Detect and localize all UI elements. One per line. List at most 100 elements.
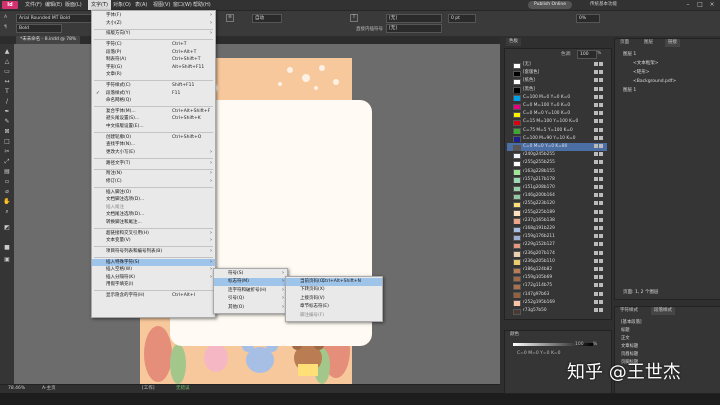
swatch-row[interactable]: C=0 M=100 Y=0 K=0	[507, 102, 607, 110]
menu-item[interactable]: 脚注编号(F)	[286, 312, 382, 320]
swatch-row[interactable]: r151g208b170	[507, 184, 607, 192]
layer-row[interactable]: 图层 1	[623, 51, 636, 59]
menu-item[interactable]: 段落(P) Ctrl+Alt+T	[92, 49, 215, 57]
menu-item[interactable]: 用假字填充(I)	[92, 281, 215, 289]
menu-item[interactable]: 路径文字(T) ›	[92, 160, 215, 168]
frame-tool-icon[interactable]: ⊠	[3, 128, 11, 136]
menu-item[interactable]: 文本变量(V) ›	[92, 237, 215, 245]
menu-item[interactable]: 段落样式(Y) ✓ F11	[92, 90, 215, 98]
zoom-field[interactable]: 0%	[576, 14, 600, 23]
swatch-row[interactable]: r255g255b255	[507, 159, 607, 168]
menu-item[interactable]: 中文排版设置(E)...	[92, 123, 215, 131]
tint-value[interactable]: 100	[575, 342, 584, 347]
tab-pages[interactable]: 页面	[617, 39, 632, 47]
swatch-row[interactable]: C=15 M=100 Y=100 K=0	[507, 118, 607, 127]
tab-color[interactable]: 颜色	[507, 331, 522, 339]
menu-item[interactable]: 插入特殊字符(S) ›	[92, 258, 215, 267]
direct-selection-tool-icon[interactable]: △	[3, 58, 11, 66]
insert-symbol-checkbox[interactable]: 直接内插符号	[356, 26, 383, 32]
swatch-row[interactable]: r172g114b75	[507, 282, 607, 291]
rectangle-tool-icon[interactable]: □	[3, 138, 11, 146]
pen-tool-icon[interactable]: ✒	[3, 108, 11, 116]
swatch-row[interactable]: r159g176b211	[507, 233, 607, 241]
menu-item[interactable]: 引号(Q) ›	[214, 295, 287, 303]
menu-text[interactable]: 文字(T)	[88, 0, 111, 10]
scissors-tool-icon[interactable]: ✂	[3, 148, 11, 156]
para-format-icon[interactable]: ¶	[4, 25, 7, 30]
swatch-row[interactable]: C=0 M=0 Y=0 K=80	[507, 143, 607, 151]
menu-item[interactable]: 查找字体(N)...	[92, 141, 215, 149]
menu-item[interactable]: 插入空格(W) ›	[92, 266, 215, 274]
swatch-row[interactable]: r147g97b63	[507, 291, 607, 299]
swatch-row[interactable]: r186g124b82	[507, 266, 607, 274]
close-icon[interactable]: ×	[706, 0, 718, 10]
gap-tool-icon[interactable]: ↔	[3, 78, 11, 86]
align-icon[interactable]: ≡	[226, 14, 234, 22]
menu-table[interactable]: 表(A)	[132, 0, 150, 10]
menu-item[interactable]: 字体(F) ›	[92, 12, 215, 20]
layer-row[interactable]: <矩形>	[633, 69, 650, 77]
menu-item[interactable]: 排版方向(Y) ›	[92, 30, 215, 38]
swatch-row[interactable]: r237g165b138	[507, 217, 607, 225]
swatch-row[interactable]: r236g207b174	[507, 250, 607, 258]
gradient-tool-icon[interactable]: ▤	[3, 168, 11, 176]
menu-item[interactable]: 字形(G) Alt+Shift+F11	[92, 64, 215, 72]
style-item[interactable]: 标题	[621, 327, 630, 333]
menu-item[interactable]: 复合字体(M)... Ctrl+Alt+Shift+F	[92, 108, 215, 116]
leading-field[interactable]: 自动	[252, 14, 282, 23]
menu-item[interactable]: 连字符和破折号(H) ›	[214, 287, 287, 295]
menu-item[interactable]: 命名网格(Q)	[92, 97, 215, 105]
menu-item[interactable]: 字符样式(C) Shift+F11	[92, 82, 215, 90]
layer-row[interactable]: 图层 1	[623, 87, 636, 95]
menu-item[interactable]: 文章(R)	[92, 71, 215, 79]
style-item[interactable]: 正文	[621, 335, 630, 341]
menu-item[interactable]: 其他(O) ›	[214, 304, 287, 312]
swatch-row[interactable]: r255g223b120	[507, 200, 607, 209]
zoom-level[interactable]: 78.46%	[8, 385, 25, 393]
menu-item[interactable]: 制表符(A) Ctrl+Shift+T	[92, 56, 215, 64]
page-tool-icon[interactable]: ▭	[3, 68, 11, 76]
swatch-row[interactable]: r240g245b255	[507, 151, 607, 159]
zoom-tool-icon[interactable]: ⌕	[3, 208, 11, 216]
tint-field[interactable]: 100	[577, 50, 597, 59]
menu-item[interactable]: 插入分隔符(K) ›	[92, 274, 215, 282]
workspace-switcher[interactable]: 传统基本功能	[590, 0, 617, 10]
swatch-row[interactable]: C=100 M=0 Y=0 K=0	[507, 94, 607, 102]
type-tool-icon[interactable]: T	[3, 88, 11, 96]
font-style-field[interactable]: Bold	[16, 24, 62, 33]
line-tool-icon[interactable]: /	[3, 98, 11, 106]
swatch-row[interactable]: r159g105b69	[507, 274, 607, 282]
layer-row[interactable]: <Background.pdf>	[633, 78, 676, 86]
swatch-row[interactable]: r163g228b155	[507, 168, 607, 176]
menu-item[interactable]: 创建轮廓(O) Ctrl+Shift+O	[92, 134, 215, 142]
preflight-status[interactable]: 无错误	[176, 385, 190, 393]
page-field[interactable]: A-主页	[42, 385, 56, 393]
style-item[interactable]: 页眉标题	[621, 351, 638, 357]
menu-item[interactable]: 显示隐含的字符(H) Ctrl+Alt+I	[92, 292, 215, 300]
apply-color-icon[interactable]: ■	[3, 244, 11, 252]
text-tool-icon[interactable]: T	[350, 14, 358, 22]
font-family-field[interactable]: Arial Rounded MT Bold	[16, 14, 92, 23]
menu-item[interactable]: 插入脚注(O)	[92, 189, 215, 197]
menu-item[interactable]: 附注(N) ›	[92, 170, 215, 178]
swatch-row[interactable]: r73g57b50	[507, 307, 607, 315]
swatch-row[interactable]: C=100 M=90 Y=10 K=0	[507, 135, 607, 143]
selection-tool-icon[interactable]: ▲	[3, 48, 11, 56]
swatch-row[interactable]: [无]	[507, 61, 607, 69]
menu-item[interactable]: 修订(C) ›	[92, 178, 215, 186]
tab-para-styles[interactable]: 段落样式	[651, 307, 675, 315]
swatch-row[interactable]: r146g200b164	[507, 192, 607, 200]
transform-tool-icon[interactable]: ⤢	[3, 158, 11, 166]
menu-item[interactable]: 符号(S) ›	[214, 270, 287, 278]
menu-object[interactable]: 对象(O)	[110, 0, 134, 10]
menu-item[interactable]: 上接页码(V)	[286, 295, 382, 303]
menu-item[interactable]: 插入尾注	[92, 204, 215, 212]
menu-item[interactable]: 文档脚注选项(D)...	[92, 196, 215, 204]
eyedropper-tool-icon[interactable]: ⌀	[3, 188, 11, 196]
swatch-row[interactable]: r229g152b127	[507, 241, 607, 250]
swatch-row[interactable]: r157g217b178	[507, 176, 607, 184]
menu-item[interactable]: 大小(Z) ›	[92, 20, 215, 28]
para-style-field[interactable]: [无]	[386, 24, 442, 33]
pencil-tool-icon[interactable]: ✎	[3, 118, 11, 126]
swatch-row[interactable]: C=75 M=5 Y=100 K=0	[507, 127, 607, 135]
